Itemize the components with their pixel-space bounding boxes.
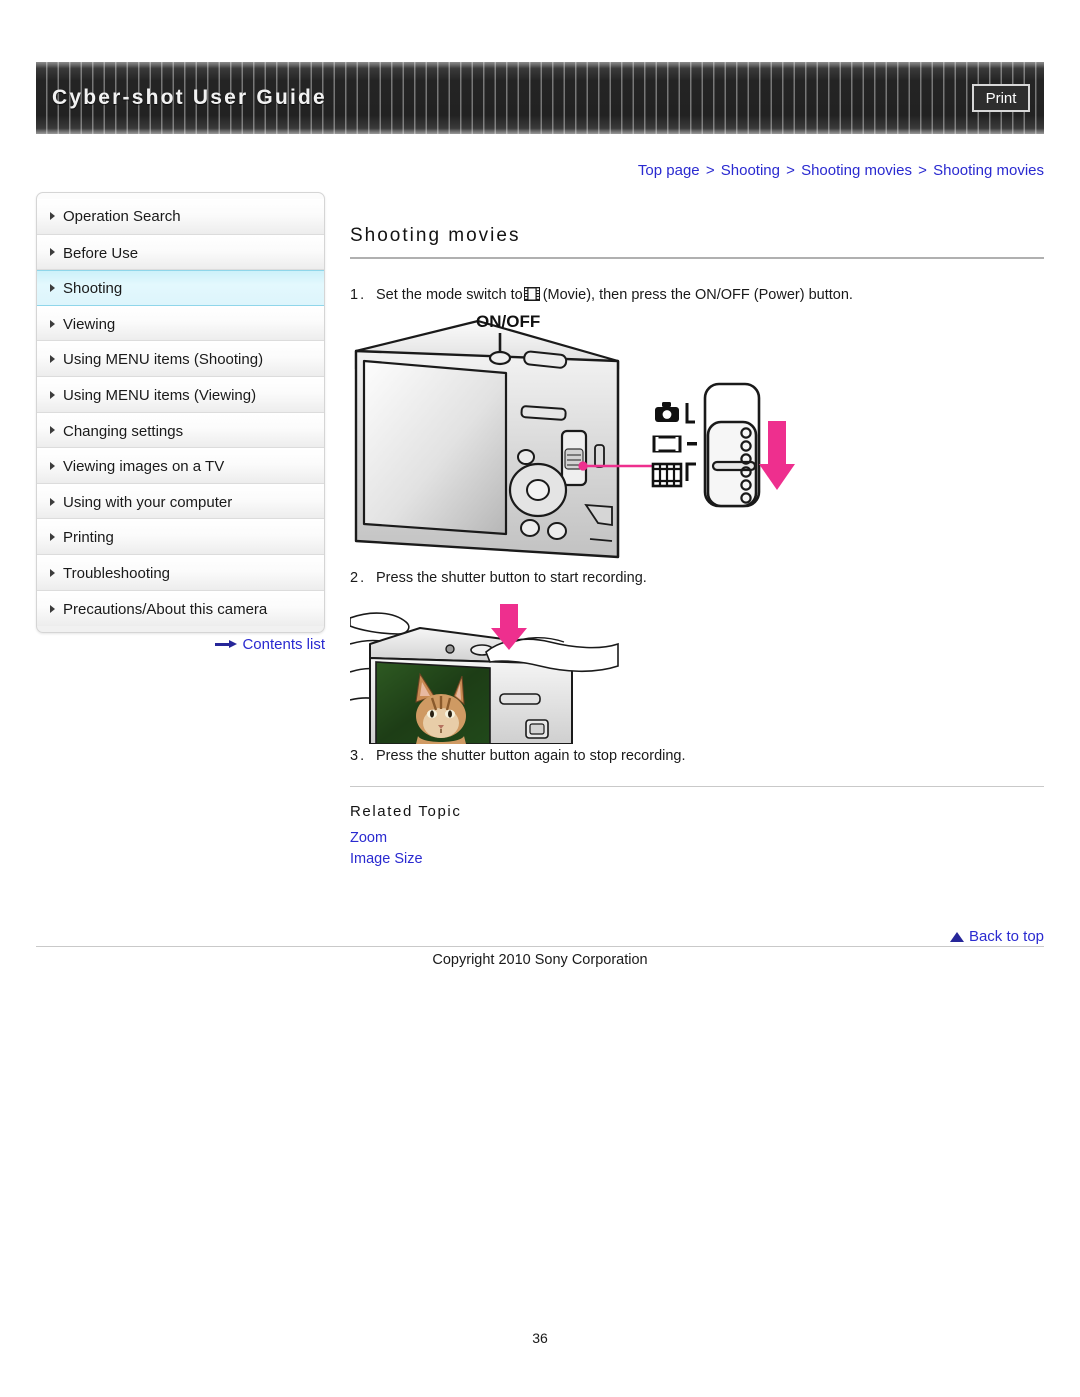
sidebar-item-troubleshooting[interactable]: Troubleshooting — [37, 554, 324, 591]
sidebar-item-label: Using MENU items (Viewing) — [63, 386, 257, 404]
sidebar-item-label: Shooting — [63, 280, 123, 298]
arrow-right-icon — [215, 639, 238, 649]
sidebar-item-shooting[interactable]: Shooting — [37, 270, 324, 306]
related-topic-divider — [350, 786, 1044, 787]
triangle-up-icon — [949, 932, 964, 942]
triangle-bullet-icon — [50, 426, 55, 435]
breadcrumb-separator: > — [786, 162, 795, 179]
movie-film-icon — [651, 462, 683, 488]
triangle-bullet-icon — [50, 497, 55, 506]
related-topic-heading: Related Topic — [350, 803, 462, 820]
triangle-bullet-icon — [50, 568, 55, 577]
pink-down-arrow-icon — [759, 421, 795, 490]
sidebar-item-using-menu-items-shooting[interactable]: Using MENU items (Shooting) — [37, 341, 324, 377]
footer-divider — [36, 946, 1044, 947]
sidebar-item-label: Using MENU items (Shooting) — [63, 351, 264, 369]
sidebar-item-label: Precautions/About this camera — [63, 600, 268, 618]
sidebar-item-label: Printing — [63, 529, 114, 547]
app-title: Cyber-shot User Guide — [52, 86, 327, 109]
hands-camera-illustration-svg — [349, 604, 619, 745]
sidebar-item-before-use[interactable]: Before Use — [37, 234, 324, 271]
step-number: 3. — [350, 748, 367, 764]
sidebar-item-printing[interactable]: Printing — [37, 519, 324, 555]
sidebar-item-label: Troubleshooting — [63, 564, 171, 582]
back-to-top-label: Back to top — [968, 928, 1044, 945]
breadcrumb-item-top-page[interactable]: Top page — [638, 162, 700, 179]
related-link-image-size[interactable]: Image Size — [350, 851, 423, 867]
page-number: 36 — [532, 1330, 548, 1346]
title-divider — [350, 257, 1044, 259]
breadcrumb-item-shooting[interactable]: Shooting — [721, 162, 780, 179]
copyright-text: Copyright 2010 Sony Corporation — [432, 952, 648, 968]
triangle-bullet-icon — [50, 533, 55, 542]
camera-illustration-svg: ON/OFF — [354, 312, 795, 559]
sidebar-item-using-with-your-computer[interactable]: Using with your computer — [37, 483, 324, 520]
panorama-icon — [652, 435, 682, 453]
triangle-bullet-icon — [50, 283, 55, 292]
breadcrumb-item-current: Shooting movies — [933, 162, 1044, 179]
sidebar-item-label: Viewing images on a TV — [63, 458, 225, 476]
sidebar-item-viewing-images-on-a-tv[interactable]: Viewing images on a TV — [37, 448, 324, 484]
step-3: 3. Press the shutter button again to stop… — [350, 748, 1044, 764]
triangle-bullet-icon — [50, 390, 55, 399]
contents-list-link[interactable]: Contents list — [36, 636, 325, 653]
step-number: 2. — [350, 570, 367, 586]
breadcrumb-item-shooting-movies[interactable]: Shooting movies — [801, 162, 912, 179]
step-text-after: (Movie), then press the ON/OFF (Power) b… — [542, 287, 853, 303]
sidebar-item-label: Before Use — [63, 244, 139, 262]
back-to-top-link[interactable]: Back to top — [350, 928, 1044, 945]
sidebar-item-label: Viewing — [63, 315, 116, 333]
breadcrumb-separator: > — [705, 162, 715, 179]
contents-list-label: Contents list — [242, 636, 325, 653]
sidebar-item-operation-search[interactable]: Operation Search — [37, 199, 324, 235]
related-link-zoom[interactable]: Zoom — [350, 830, 387, 846]
step-text: Press the shutter button to start record… — [376, 570, 647, 586]
figure-shutter-press — [349, 592, 1044, 745]
step-text-before: Set the mode switch to — [376, 287, 523, 303]
triangle-bullet-icon — [50, 461, 55, 470]
onoff-label: ON/OFF — [476, 312, 540, 331]
sidebar-item-label: Operation Search — [63, 208, 181, 225]
page-title: Shooting movies — [350, 225, 521, 246]
film-strip-icon — [523, 287, 540, 301]
step-1: 1. Set the mode switch to (Movie), then pr… — [350, 287, 1044, 303]
sidebar-item-precautions-about-this-camera[interactable]: Precautions/About this camera — [37, 590, 324, 627]
sidebar-item-viewing[interactable]: Viewing — [37, 305, 324, 342]
triangle-bullet-icon — [50, 355, 55, 364]
triangle-bullet-icon — [50, 604, 55, 613]
sidebar-item-using-menu-items-viewing[interactable]: Using MENU items (Viewing) — [37, 376, 324, 413]
breadcrumb: Top page > Shooting > Shooting movies > … — [638, 162, 1044, 179]
triangle-bullet-icon — [50, 319, 55, 328]
step-text: Press the shutter button again to stop r… — [376, 748, 686, 764]
step-2: 2. Press the shutter button to start reco… — [350, 570, 1044, 586]
app-header: Cyber-shot User Guide Print — [36, 62, 1044, 134]
step-number: 1. — [350, 287, 367, 303]
print-button[interactable]: Print — [972, 84, 1030, 112]
main-content: Shooting movies 1. Set the mode switch to… — [349, 225, 1044, 872]
breadcrumb-separator: > — [918, 162, 927, 179]
figure-camera-mode-switch: ON/OFF — [350, 309, 1044, 564]
sidebar-item-label: Using with your computer — [63, 493, 233, 511]
still-camera-icon — [655, 402, 679, 422]
sidebar-item-label: Changing settings — [63, 422, 184, 440]
triangle-bullet-icon — [50, 212, 55, 221]
triangle-bullet-icon — [50, 248, 55, 257]
sidebar-item-changing-settings[interactable]: Changing settings — [37, 412, 324, 449]
sidebar-nav: Operation Search Before Use Shooting Vie… — [36, 192, 325, 634]
